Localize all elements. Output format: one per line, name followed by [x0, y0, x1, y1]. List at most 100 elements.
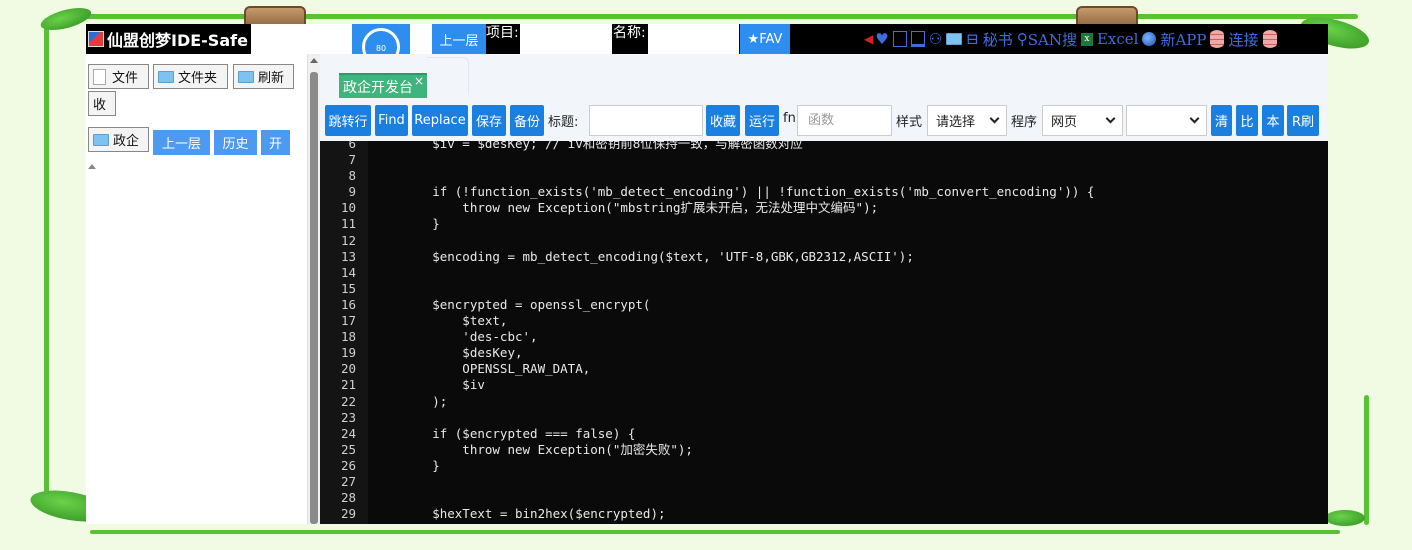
compare-button[interactable]: 比 — [1236, 105, 1258, 136]
code-line[interactable]: 21 $iv — [320, 377, 1328, 393]
globe-icon[interactable] — [1142, 32, 1157, 46]
line-content: ); — [372, 393, 448, 409]
refresh-label: 刷新 — [258, 71, 285, 86]
run-button[interactable]: 运行 — [745, 105, 779, 136]
editor-toolbar: 跳转行 Find Replace 保存 备份 标题: 收藏 运行 fn 样式 请… — [320, 103, 1328, 141]
save-button[interactable]: 保存 — [472, 105, 506, 136]
code-line[interactable]: 8 — [320, 168, 1328, 184]
find-button[interactable]: Find — [375, 105, 408, 136]
excel-icon[interactable]: x — [1080, 32, 1093, 46]
sidebar-up-level-button[interactable]: 上一层 — [153, 130, 210, 155]
tree-collapse-arrow-icon[interactable] — [88, 164, 96, 169]
code-line[interactable]: 7 — [320, 152, 1328, 168]
scroll-up-arrow-icon[interactable] — [310, 58, 318, 63]
code-line[interactable]: 20 OPENSSL_RAW_DATA, — [320, 361, 1328, 377]
chevron-down-icon — [1189, 113, 1200, 124]
project-input[interactable] — [520, 24, 612, 54]
connect-link[interactable]: 连接 — [1228, 29, 1258, 50]
code-line[interactable]: 25 throw new Exception("加密失败"); — [320, 442, 1328, 458]
line-content: } — [372, 216, 440, 232]
collect-button[interactable]: 收藏 — [706, 105, 740, 136]
code-line[interactable]: 24 if ($encrypted === false) { — [320, 426, 1328, 442]
line-number: 15 — [340, 280, 356, 296]
san-search-link[interactable]: SAN搜 — [1028, 29, 1077, 50]
history-button[interactable]: 历史 — [214, 130, 257, 155]
backup-button[interactable]: 备份 — [510, 105, 544, 136]
line-content: $iv — [372, 377, 485, 393]
code-line[interactable]: 28 — [320, 490, 1328, 506]
line-number: 21 — [340, 377, 356, 393]
briefcase-icon[interactable]: ⊟ — [966, 30, 979, 48]
user-icon[interactable]: ⚇ — [929, 30, 942, 48]
style-select[interactable]: 请选择 — [927, 105, 1007, 136]
folder-icon[interactable] — [946, 33, 963, 45]
file-sidebar: 文件 文件夹 刷新 收 政企 上一层 历史 开 — [86, 54, 308, 524]
extra-select[interactable] — [1126, 105, 1207, 136]
program-select[interactable]: 网页 — [1042, 105, 1123, 136]
root-folder-button[interactable]: 政企 — [88, 127, 149, 152]
goto-line-button[interactable]: 跳转行 — [325, 105, 371, 136]
name-input[interactable] — [648, 24, 739, 54]
code-line[interactable]: 22 ); — [320, 394, 1328, 410]
new-file-button[interactable]: 文件 — [88, 64, 149, 89]
collapse-button[interactable]: 收 — [88, 91, 116, 116]
code-line[interactable]: 18 'des-cbc', — [320, 329, 1328, 345]
refresh-button[interactable]: 刷新 — [233, 64, 294, 89]
code-line[interactable]: 19 $desKey, — [320, 345, 1328, 361]
top-up-level-button[interactable]: 上一层 — [432, 24, 486, 54]
code-line[interactable]: 12 — [320, 233, 1328, 249]
ide-window: 仙盟创梦IDE-Safe 80 上一层 项目: 名称: ★FAV ◀ ♥ ⚇ ⊟… — [86, 24, 1328, 524]
local-button[interactable]: 本 — [1262, 105, 1284, 136]
heart-icon[interactable]: ♥ — [875, 30, 888, 48]
close-icon[interactable]: × — [414, 74, 424, 88]
code-line[interactable]: 29 $hexText = bin2hex($encrypted); — [320, 506, 1328, 522]
code-line[interactable]: 13 $encoding = mb_detect_encoding($text,… — [320, 249, 1328, 265]
tab-zhengqi-dev[interactable]: 政企开发台 × — [339, 73, 427, 98]
line-number: 29 — [340, 506, 356, 522]
line-number: 10 — [340, 200, 356, 216]
back-arrow-icon[interactable]: ◀ — [864, 32, 873, 46]
panel-icon[interactable] — [910, 31, 925, 47]
search-icon[interactable]: ⚲ — [1017, 30, 1028, 48]
code-line[interactable]: 17 $text, — [320, 313, 1328, 329]
open-button[interactable]: 开 — [261, 130, 290, 155]
code-line[interactable]: 9 if (!function_exists('mb_detect_encodi… — [320, 184, 1328, 200]
style-select-value: 请选择 — [936, 115, 976, 130]
line-number: 25 — [340, 441, 356, 457]
line-content: if (!function_exists('mb_detect_encoding… — [372, 184, 1095, 200]
code-line[interactable]: 11 } — [320, 216, 1328, 232]
new-folder-button[interactable]: 文件夹 — [153, 64, 228, 89]
database-icon[interactable] — [1210, 30, 1225, 48]
code-line[interactable]: 15 — [320, 281, 1328, 297]
function-input[interactable] — [797, 105, 892, 136]
code-line[interactable]: 10 throw new Exception("mbstring扩展未开启，无法… — [320, 200, 1328, 216]
code-lines: 6 $iv = $desKey; // iv和密钥前8位保持一致，与解密函数对应… — [320, 141, 1328, 522]
code-line[interactable]: 27 — [320, 474, 1328, 490]
code-line[interactable]: 6 $iv = $desKey; // iv和密钥前8位保持一致，与解密函数对应 — [320, 141, 1328, 152]
code-editor[interactable]: 6 $iv = $desKey; // iv和密钥前8位保持一致，与解密函数对应… — [320, 141, 1328, 524]
line-number: 19 — [340, 345, 356, 361]
database-icon-2[interactable] — [1262, 30, 1277, 48]
sidebar-scrollbar[interactable] — [308, 54, 320, 524]
window-icon[interactable] — [892, 31, 907, 47]
code-line[interactable]: 26 } — [320, 458, 1328, 474]
chevron-down-icon — [989, 113, 1000, 124]
line-number: 9 — [348, 184, 356, 200]
line-content: $iv = $desKey; // iv和密钥前8位保持一致，与解密函数对应 — [372, 141, 803, 151]
code-line[interactable]: 16 $encrypted = openssl_encrypt( — [320, 297, 1328, 313]
title-input[interactable] — [589, 105, 703, 136]
new-app-link[interactable]: 新APP — [1160, 29, 1206, 50]
performance-gauge: 80 — [352, 24, 410, 54]
r-refresh-button[interactable]: R刷 — [1287, 105, 1319, 136]
scrollbar-thumb[interactable] — [310, 72, 318, 524]
line-number: 7 — [348, 152, 356, 168]
fav-button[interactable]: ★FAV — [740, 24, 790, 54]
secretary-link[interactable]: 秘书 — [983, 29, 1013, 50]
new-folder-label: 文件夹 — [178, 71, 218, 86]
line-content: $text, — [372, 313, 508, 329]
clear-button[interactable]: 清 — [1211, 105, 1232, 136]
replace-button[interactable]: Replace — [412, 105, 468, 136]
code-line[interactable]: 23 — [320, 410, 1328, 426]
excel-link[interactable]: Excel — [1097, 30, 1138, 48]
code-line[interactable]: 14 — [320, 265, 1328, 281]
